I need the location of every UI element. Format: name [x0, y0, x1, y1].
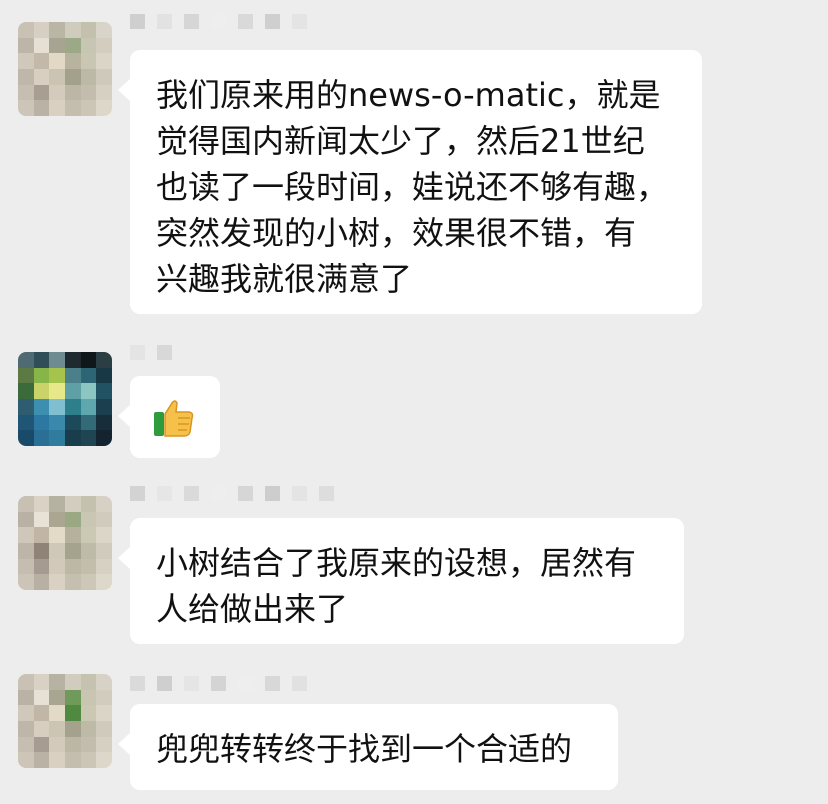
chat-message-list: 我们原来用的news-o-matic，就是 觉得国内新闻太少了，然后21世纪 也…: [0, 0, 828, 804]
avatar[interactable]: [18, 352, 112, 446]
message-text-line: 也读了一段时间，娃说还不够有趣，: [156, 168, 669, 206]
sender-name: [130, 676, 319, 694]
message-text-line: 兜兜转转终于找到一个合适的: [156, 730, 573, 768]
avatar[interactable]: [18, 22, 112, 116]
message-bubble[interactable]: 小树结合了我原来的设想，居然有 人给做出来了: [118, 518, 684, 644]
message-text-line: 小树结合了我原来的设想，居然有: [156, 544, 637, 582]
message-text-line: 我们原来用的news-o-matic，就是: [156, 76, 661, 114]
message-bubble[interactable]: [118, 376, 220, 458]
message-text-line: 突然发现的小树，效果很不错，有: [156, 214, 637, 252]
message-bubble[interactable]: 我们原来用的news-o-matic，就是 觉得国内新闻太少了，然后21世纪 也…: [118, 50, 702, 314]
sender-name: [130, 345, 184, 363]
sender-name: [130, 486, 346, 504]
message-bubble[interactable]: 兜兜转转终于找到一个合适的: [118, 704, 618, 790]
sender-name: [130, 14, 319, 32]
avatar[interactable]: [18, 674, 112, 768]
thumbs-up-icon: [154, 400, 194, 437]
avatar[interactable]: [18, 496, 112, 590]
message-text-line: 人给做出来了: [156, 590, 349, 628]
message-text-line: 觉得国内新闻太少了，然后21世纪: [156, 122, 645, 160]
message-text-line: 兴趣我就很满意了: [156, 260, 413, 298]
